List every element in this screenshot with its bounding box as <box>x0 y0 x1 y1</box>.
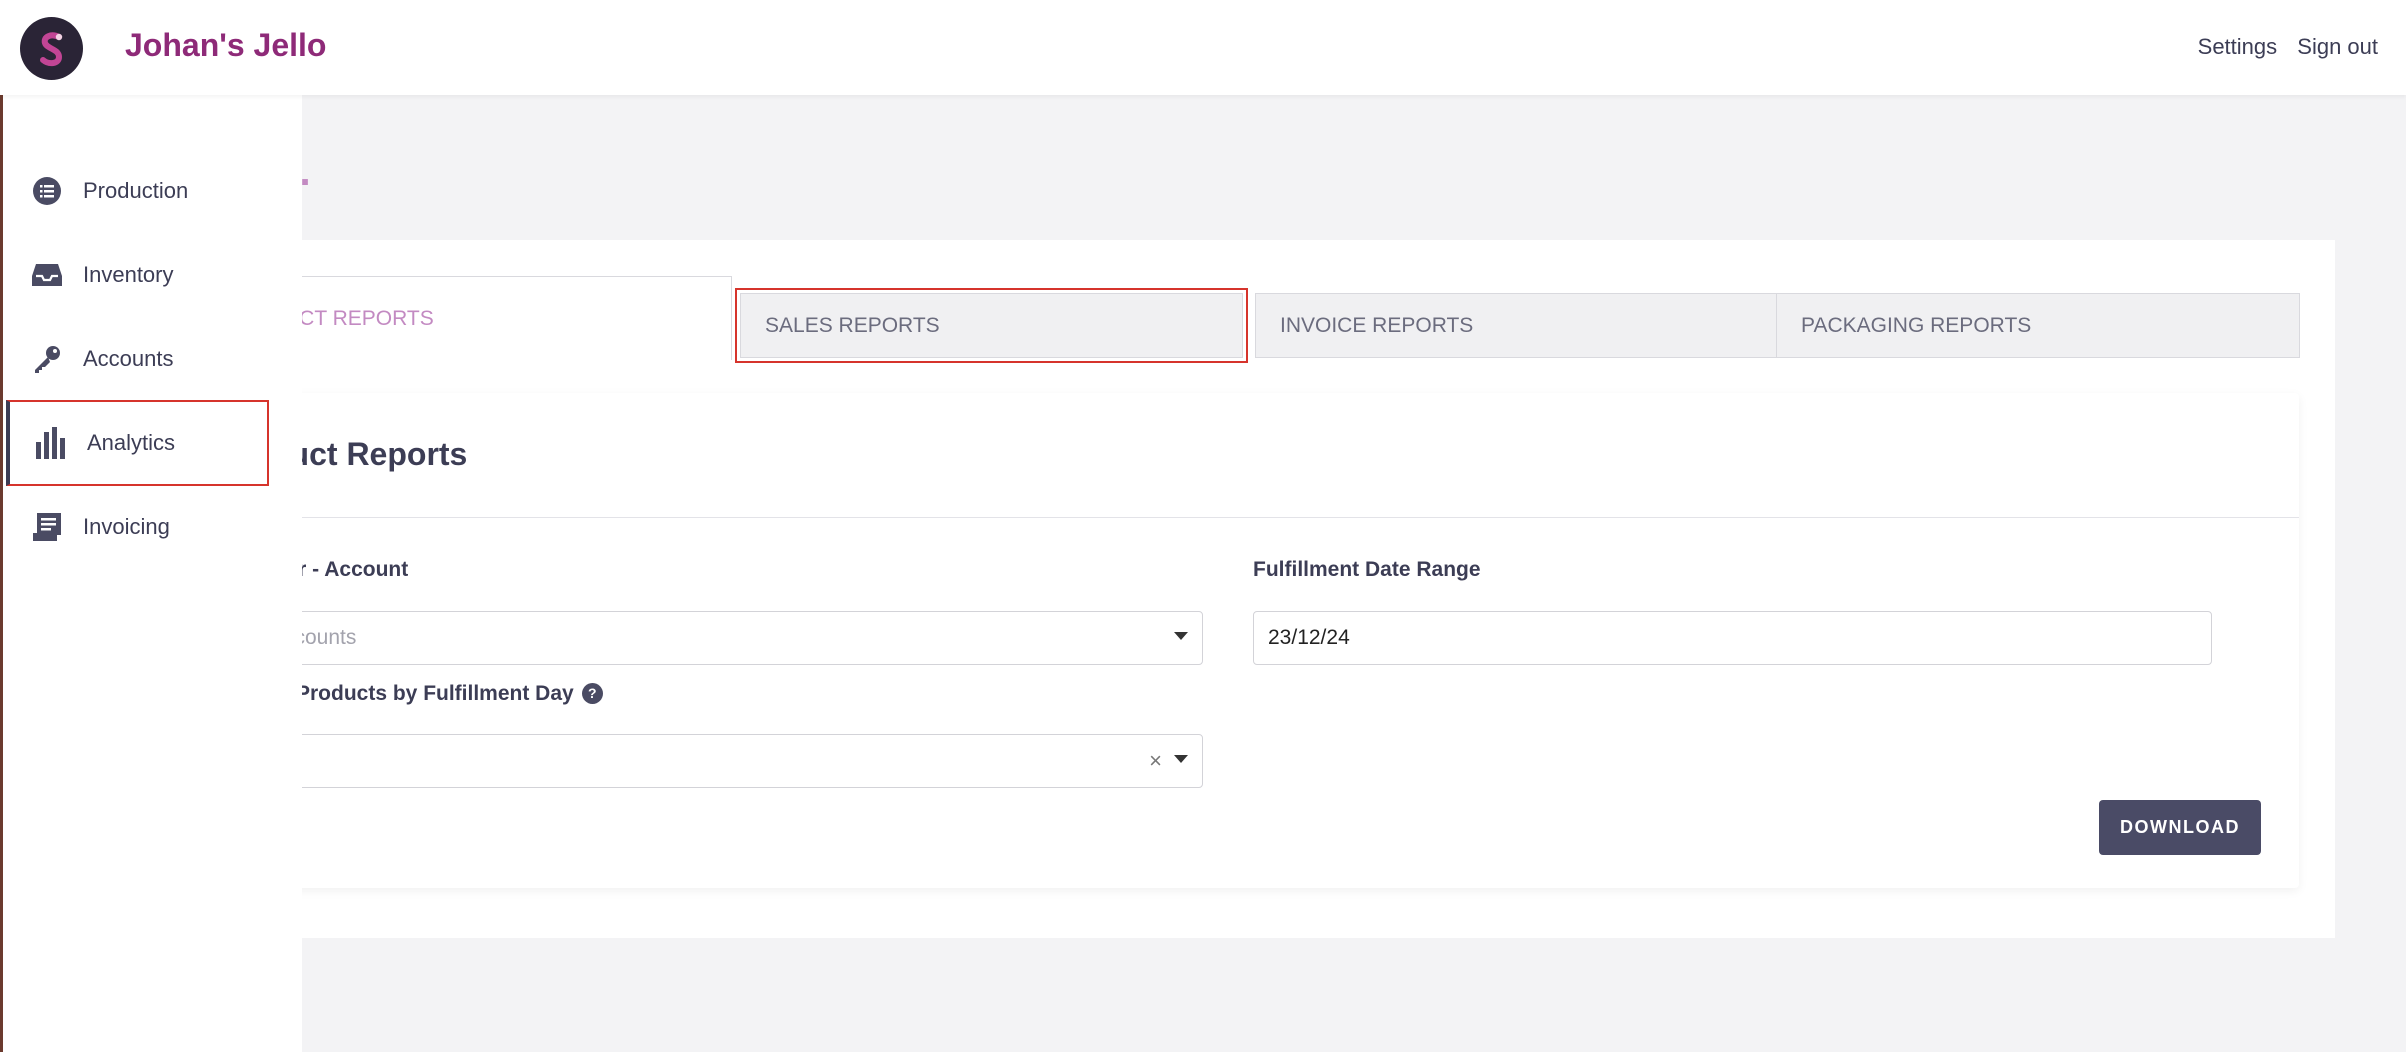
tab-label: UCT REPORTS <box>284 306 434 330</box>
products-fulfillment-label: Products by Fulfillment Day? <box>296 682 603 706</box>
sidebar-item-analytics[interactable]: Analytics <box>6 400 269 486</box>
tab-label: PACKAGING REPORTS <box>1801 313 2032 337</box>
list-icon <box>31 175 63 207</box>
top-bar: Johan's Jello Settings Sign out <box>0 0 2406 95</box>
sidebar-item-label: Inventory <box>83 262 174 287</box>
sidebar-item-label: Accounts <box>83 346 174 371</box>
tab-label: INVOICE REPORTS <box>1280 313 1474 337</box>
sidebar-item-label: Production <box>83 178 189 203</box>
key-icon <box>31 343 63 375</box>
tab-label: SALES REPORTS <box>765 313 940 337</box>
receipt-icon <box>31 511 63 543</box>
tab-sales-reports[interactable]: SALES REPORTS <box>735 288 1248 363</box>
sidebar-item-label: Analytics <box>87 430 176 455</box>
app-logo[interactable] <box>20 17 83 80</box>
fulfillment-date-value: 23/12/24 <box>1268 626 1350 649</box>
help-icon[interactable]: ? <box>581 682 603 704</box>
settings-link[interactable]: Settings <box>2198 34 2278 59</box>
sidebar: Production Inventory Accounts Analytics … <box>0 95 302 1052</box>
download-button[interactable]: DOWNLOAD <box>2099 800 2261 855</box>
fulfillment-date-input[interactable]: 23/12/24 <box>1253 611 2212 665</box>
panel-divider <box>255 517 2299 518</box>
sidebar-item-inventory[interactable]: Inventory <box>6 232 269 318</box>
bar-chart-icon <box>35 427 67 459</box>
tab-invoice-reports[interactable]: INVOICE REPORTS <box>1255 293 1777 358</box>
sidebar-item-label: Invoicing <box>83 514 170 539</box>
logo-s-icon <box>39 31 62 66</box>
top-links: Settings Sign out <box>2184 34 2378 60</box>
customer-account-select[interactable]: ccounts <box>255 611 1203 665</box>
sidebar-item-invoicing[interactable]: Invoicing <box>6 484 269 570</box>
products-fulfillment-label-text: Products by Fulfillment Day <box>296 682 574 705</box>
tab-product-reports[interactable]: UCT REPORTS <box>255 276 732 360</box>
tab-packaging-reports[interactable]: PACKAGING REPORTS <box>1776 293 2300 358</box>
chevron-down-icon[interactable] <box>1174 632 1188 640</box>
clear-icon[interactable]: × <box>1149 748 1162 774</box>
brand-name[interactable]: Johan's Jello <box>125 27 326 64</box>
products-fulfillment-select[interactable]: × <box>255 734 1203 788</box>
chevron-down-icon[interactable] <box>1174 755 1188 763</box>
fulfillment-date-label: Fulfillment Date Range <box>1253 558 1481 581</box>
inbox-icon <box>31 259 63 291</box>
sign-out-link[interactable]: Sign out <box>2297 34 2378 59</box>
sidebar-item-production[interactable]: Production <box>6 148 269 234</box>
sidebar-item-accounts[interactable]: Accounts <box>6 316 269 402</box>
